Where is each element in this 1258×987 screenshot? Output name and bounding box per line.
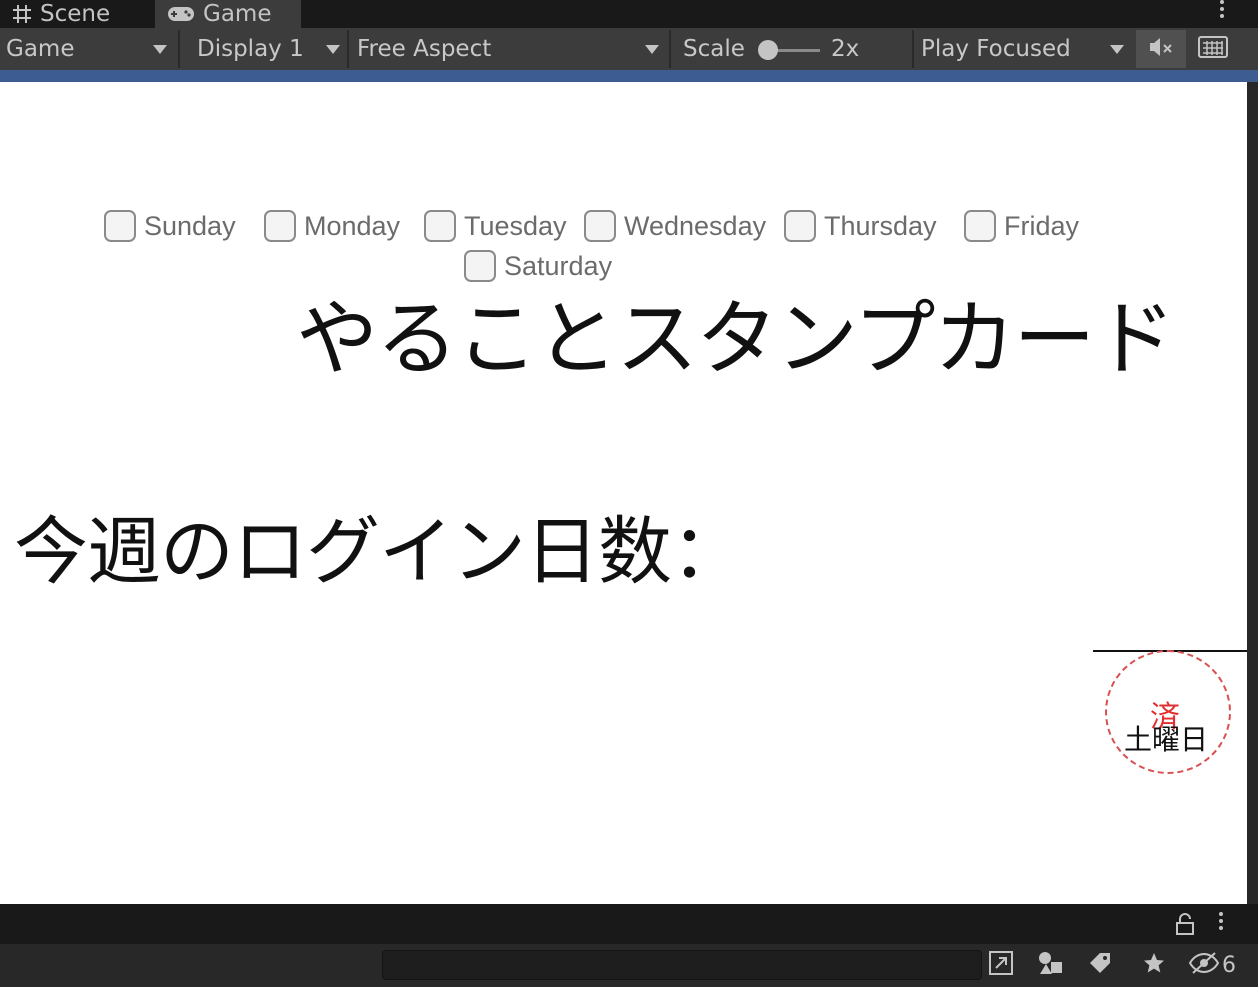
search-input[interactable] (382, 950, 982, 980)
chevron-down-icon (326, 45, 340, 54)
search-scope-button[interactable] (984, 948, 1018, 982)
mute-icon (1148, 36, 1174, 62)
day-toggle-tuesday[interactable]: Tuesday (424, 210, 567, 242)
play-mode-value: Play Focused (921, 36, 1071, 62)
filter-by-type-button[interactable] (1030, 948, 1070, 982)
chevron-down-icon (153, 45, 167, 54)
chevron-down-icon (645, 45, 659, 54)
game-view-accent-strip (0, 70, 1258, 82)
scale-label: Scale (683, 28, 763, 70)
keyboard-icon (1198, 36, 1228, 62)
filter-by-label-button[interactable] (1080, 948, 1120, 982)
project-panel-header (0, 904, 1258, 944)
lock-icon[interactable] (1174, 912, 1196, 936)
toolbar-divider (912, 30, 914, 68)
tab-game[interactable]: Game (155, 0, 301, 28)
tab-scene[interactable]: Scene (0, 0, 152, 28)
day-label: Monday (304, 210, 401, 241)
aspect-dropdown[interactable]: Free Aspect (357, 28, 667, 70)
shapes-icon (1037, 950, 1063, 980)
eye-slash-icon (1188, 951, 1220, 979)
display-value: Display 1 (197, 36, 304, 62)
play-mode-dropdown[interactable]: Play Focused (921, 28, 1131, 70)
game-viewport: Sunday Monday Tuesday Wednesday Thursday… (0, 82, 1247, 904)
display-dropdown[interactable]: Display 1 (197, 28, 347, 70)
day-toggle-sunday[interactable]: Sunday (104, 210, 236, 242)
mute-audio-button[interactable] (1136, 30, 1186, 68)
chevron-down-icon (1110, 45, 1124, 54)
day-label: Tuesday (464, 210, 567, 241)
checkbox[interactable] (264, 210, 296, 242)
hidden-packages-button[interactable] (1186, 948, 1222, 982)
checkbox[interactable] (424, 210, 456, 242)
tab-label: Scene (40, 1, 111, 27)
favorites-button[interactable] (1134, 948, 1174, 982)
grid-icon (12, 4, 32, 24)
day-toggle-wednesday[interactable]: Wednesday (584, 210, 766, 242)
checkbox[interactable] (584, 210, 616, 242)
toolbar-divider (669, 30, 671, 68)
day-label: Wednesday (624, 210, 767, 241)
toolbar-divider (178, 30, 180, 68)
day-label: Thursday (824, 210, 937, 241)
day-label: Friday (1004, 210, 1080, 241)
tab-label: Game (203, 1, 272, 27)
checkbox[interactable] (964, 210, 996, 242)
day-toggle-thursday[interactable]: Thursday (784, 210, 937, 242)
day-toggle-friday[interactable]: Friday (964, 210, 1079, 242)
external-link-icon (988, 950, 1014, 980)
scale-slider-thumb[interactable] (758, 40, 778, 60)
day-toggle-monday[interactable]: Monday (264, 210, 400, 242)
scale-value-text: 2x (831, 36, 860, 62)
scale-value: 2x (831, 28, 891, 70)
viewport-edge (1247, 82, 1258, 904)
star-icon (1142, 951, 1166, 979)
page-title: やることスタンプカード (296, 292, 1176, 387)
tab-more-menu-icon[interactable] (1212, 0, 1232, 24)
login-days-label: 今週のログイン日数： (14, 509, 745, 595)
display-mode-value: Game (6, 36, 75, 62)
checkbox[interactable] (784, 210, 816, 242)
toolbar-divider (347, 30, 349, 68)
stats-button[interactable] (1188, 30, 1238, 68)
day-label: Sunday (144, 210, 236, 241)
stamp-day-label: 土曜日 (1124, 723, 1209, 756)
checkbox[interactable] (104, 210, 136, 242)
display-mode-dropdown[interactable]: Game (6, 28, 176, 70)
hidden-packages-count: 6 (1222, 952, 1236, 978)
panel-more-menu-icon[interactable] (1213, 912, 1229, 936)
aspect-value: Free Aspect (357, 36, 492, 62)
tag-icon (1088, 951, 1112, 979)
gamepad-icon (167, 5, 195, 23)
scale-label-text: Scale (683, 36, 745, 62)
